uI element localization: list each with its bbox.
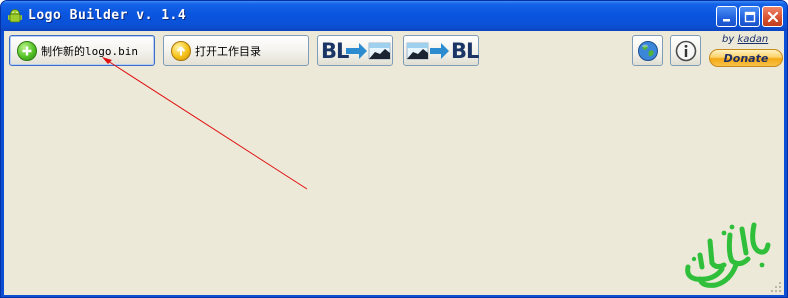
open-work-dir-label: 打开工作目录 [195,44,261,58]
plus-icon [17,40,37,61]
arrow-right-icon [346,42,391,60]
image-to-bl-button[interactable]: BL [403,35,479,66]
arrow-right-icon [406,42,449,60]
about-button[interactable] [670,35,701,66]
new-logo-button[interactable]: 制作新的logo.bin [9,35,155,66]
close-icon [767,11,778,22]
donate-button[interactable]: Donate [709,49,783,67]
info-icon [675,40,696,61]
up-arrow-icon [171,40,191,61]
bl-to-image-button[interactable]: BL [317,35,393,66]
globe-icon [637,40,658,61]
client-area: 制作新的logo.bin 打开工作目录 BL BL by kadan Donat… [4,31,784,295]
website-button[interactable] [632,35,663,66]
title-bar[interactable]: Logo Builder v. 1.4 [1,1,787,31]
author-credit-prefix: by [722,34,735,45]
minimize-button[interactable] [716,6,737,27]
calligraphy-watermark [685,222,771,288]
annotation-arrow [102,57,308,190]
author-credit: by kadan [722,34,768,45]
maximize-button[interactable] [739,6,760,27]
close-button[interactable] [762,6,783,27]
app-window: Logo Builder v. 1.4 制作新的logo.bin 打开工作目录 … [0,0,788,298]
new-logo-label: 制作新的logo.bin [41,44,138,58]
android-icon [8,9,22,23]
resize-grip[interactable] [770,281,782,293]
minimize-icon [722,18,730,21]
maximize-icon [744,11,755,22]
author-link[interactable]: kadan [737,34,768,45]
donate-label: Donate [723,51,769,65]
open-work-dir-button[interactable]: 打开工作目录 [163,35,309,66]
image-to-bl-text: BL [451,39,479,63]
window-title: Logo Builder v. 1.4 [28,8,187,23]
